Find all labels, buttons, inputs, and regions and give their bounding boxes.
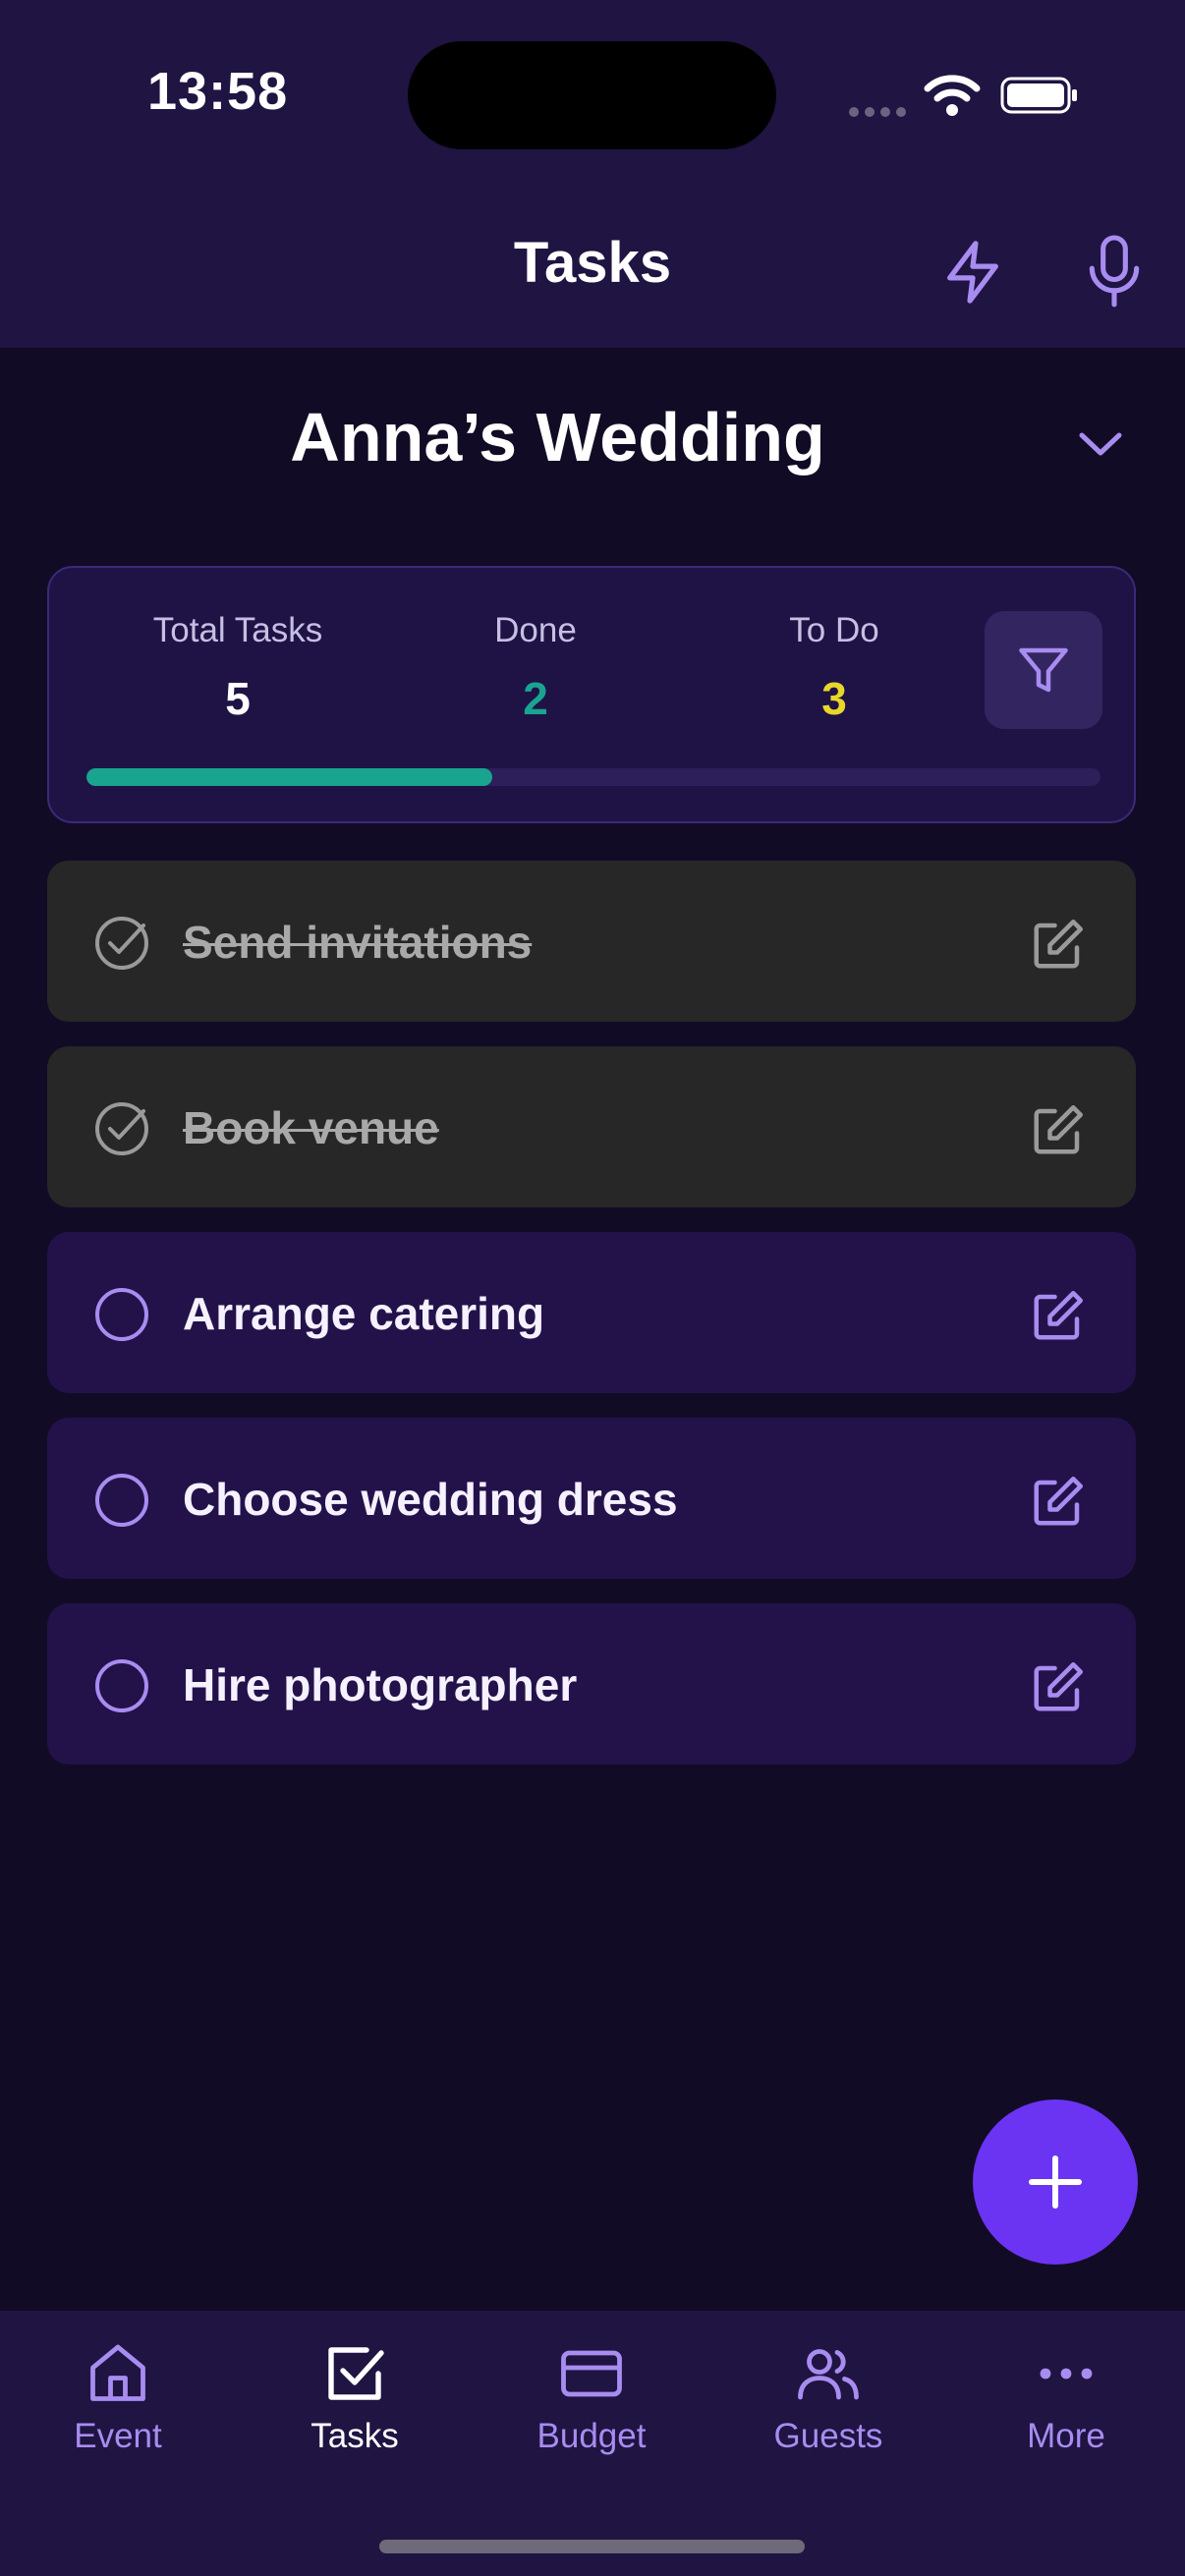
task-label: Hire photographer	[183, 1659, 578, 1710]
total-tasks-value: 5	[225, 673, 251, 724]
status-time: 13:58	[147, 62, 289, 121]
todo-label: To Do	[789, 611, 879, 649]
check-circle-icon[interactable]	[92, 1099, 151, 1158]
done-value: 2	[523, 673, 548, 724]
app-header: Tasks	[0, 187, 1185, 348]
page-title: Tasks	[513, 231, 672, 295]
task-item[interactable]: Book venue	[47, 1046, 1136, 1207]
empty-circle-icon[interactable]	[92, 1656, 151, 1715]
tab-label: Guests	[773, 2417, 883, 2455]
check-circle-icon[interactable]	[92, 914, 151, 973]
edit-icon[interactable]	[1028, 1101, 1087, 1160]
tab-tasks[interactable]: Tasks	[256, 2338, 453, 2456]
todo-stat: To Do 3	[716, 611, 952, 725]
microphone-icon[interactable]	[1081, 232, 1148, 310]
edit-icon[interactable]	[1028, 916, 1087, 975]
done-stat: Done 2	[418, 611, 653, 725]
filter-button[interactable]	[985, 611, 1102, 729]
progress-fill	[86, 768, 492, 786]
empty-circle-icon[interactable]	[92, 1285, 151, 1344]
task-label: Arrange catering	[183, 1288, 545, 1339]
todo-value: 3	[821, 673, 847, 724]
users-icon	[798, 2349, 859, 2400]
task-item[interactable]: Arrange catering	[47, 1232, 1136, 1393]
tab-guests[interactable]: Guests	[730, 2338, 927, 2456]
tab-event[interactable]: Event	[20, 2338, 216, 2456]
card-icon	[561, 2350, 622, 2397]
lightning-icon[interactable]	[938, 238, 1007, 307]
task-item[interactable]: Send invitations	[47, 861, 1136, 1022]
task-item[interactable]: Choose wedding dress	[47, 1418, 1136, 1579]
battery-icon	[1000, 77, 1077, 114]
checkbox-icon	[328, 2347, 384, 2400]
chevron-down-icon[interactable]	[1076, 427, 1125, 461]
tab-label: Budget	[536, 2417, 647, 2455]
task-label: Book venue	[183, 1102, 439, 1153]
tab-budget[interactable]: Budget	[493, 2338, 690, 2456]
home-indicator	[379, 2540, 805, 2553]
empty-circle-icon[interactable]	[92, 1471, 151, 1530]
progress-bar	[86, 768, 1100, 786]
cellular-signal-icon	[849, 104, 912, 122]
dynamic-island	[408, 41, 776, 149]
task-label: Send invitations	[183, 917, 533, 968]
home-icon	[90, 2344, 145, 2401]
edit-icon[interactable]	[1028, 1287, 1087, 1346]
wifi-icon	[924, 75, 981, 116]
tab-more[interactable]: More	[968, 2338, 1164, 2456]
task-label: Choose wedding dress	[183, 1474, 678, 1525]
more-icon	[1040, 2368, 1093, 2380]
tab-label: More	[1027, 2417, 1105, 2455]
edit-icon[interactable]	[1028, 1658, 1087, 1717]
bottom-tab-bar: Event Tasks Budget Guests More	[0, 2311, 1185, 2576]
edit-icon[interactable]	[1028, 1473, 1087, 1532]
total-tasks-stat: Total Tasks 5	[120, 611, 356, 725]
task-summary-card: Total Tasks 5 Done 2 To Do 3	[47, 566, 1136, 823]
total-tasks-label: Total Tasks	[152, 611, 323, 649]
event-selector-title[interactable]: Anna’s Wedding	[0, 398, 1115, 476]
tab-label: Event	[74, 2417, 162, 2455]
add-task-button[interactable]	[973, 2100, 1138, 2265]
filter-icon	[1019, 647, 1068, 693]
task-item[interactable]: Hire photographer	[47, 1603, 1136, 1764]
done-label: Done	[494, 611, 577, 649]
status-bar: 13:58	[0, 0, 1185, 187]
plus-icon	[1029, 2156, 1082, 2209]
tab-label: Tasks	[310, 2417, 399, 2455]
